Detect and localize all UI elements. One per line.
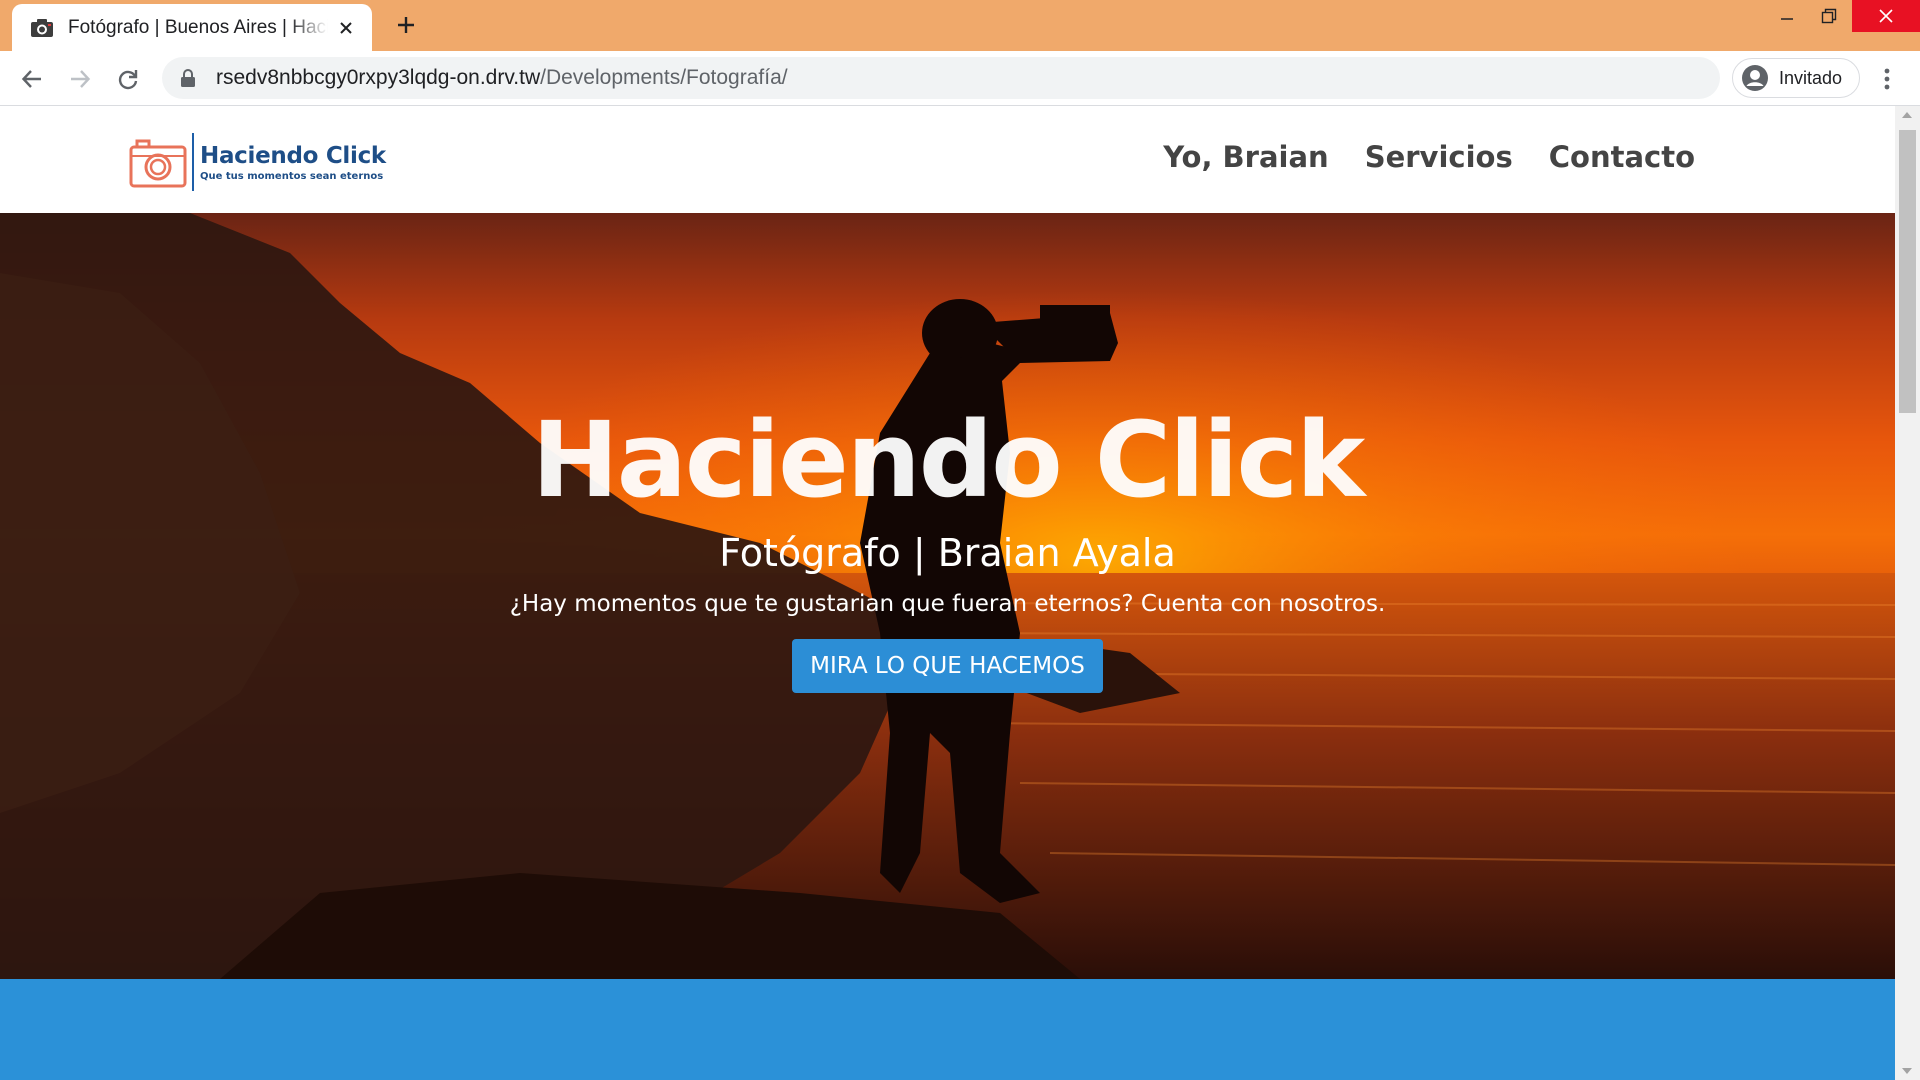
logo-title: Haciendo Click xyxy=(200,142,386,169)
browser-tab[interactable]: Fotógrafo | Buenos Aires | Haciendo Clic… xyxy=(12,4,372,51)
profile-button[interactable]: Invitado xyxy=(1732,58,1860,98)
close-window-button[interactable] xyxy=(1852,0,1920,32)
plus-icon xyxy=(398,17,414,33)
lock-icon xyxy=(181,69,195,87)
restore-icon xyxy=(1821,8,1837,24)
nav-link-servicios[interactable]: Servicios xyxy=(1365,140,1513,174)
site-logo[interactable]: Haciendo Click Que tus momentos sean ete… xyxy=(128,133,386,191)
logo-tagline: Que tus momentos sean eternos xyxy=(200,170,384,182)
hero-content: Haciendo Click Fotógrafo | Braian Ayala … xyxy=(0,399,1895,694)
back-button[interactable] xyxy=(16,63,48,95)
restore-button[interactable] xyxy=(1800,0,1858,32)
close-icon[interactable] xyxy=(334,16,358,40)
browser-toolbar: rsedv8nbbcgy0rxpy3lqdg-on.drv.tw/Develop… xyxy=(0,51,1920,106)
page-scrollbar[interactable] xyxy=(1895,106,1920,1080)
reload-button[interactable] xyxy=(112,63,144,95)
hero-subtitle: Fotógrafo | Braian Ayala xyxy=(719,531,1176,576)
address-bar[interactable]: rsedv8nbbcgy0rxpy3lqdg-on.drv.tw/Develop… xyxy=(162,57,1720,99)
browser-tab-strip: Fotógrafo | Buenos Aires | Haciendo Clic… xyxy=(0,0,1920,51)
main-nav: Yo, Braian Servicios Contacto xyxy=(1163,140,1695,174)
scroll-up-arrow-icon[interactable] xyxy=(1901,110,1913,120)
scrollbar-thumb[interactable] xyxy=(1899,130,1916,413)
forward-button[interactable] xyxy=(64,63,96,95)
avatar-icon xyxy=(1742,65,1768,91)
browser-menu-button[interactable] xyxy=(1874,63,1900,95)
close-window-icon xyxy=(1879,9,1893,23)
scroll-down-arrow-icon[interactable] xyxy=(1901,1066,1913,1076)
cta-button[interactable]: MIRA LO QUE HACEMOS xyxy=(792,639,1103,694)
minimize-icon xyxy=(1781,18,1793,20)
new-tab-button[interactable] xyxy=(392,11,420,39)
logo-text: Haciendo Click Que tus momentos sean ete… xyxy=(200,143,386,182)
camera-icon xyxy=(129,139,187,188)
hero-text: ¿Hay momentos que te gustarian que fuera… xyxy=(509,591,1386,618)
url-host: rsedv8nbbcgy0rxpy3lqdg-on.drv.tw xyxy=(216,66,541,89)
reload-icon xyxy=(118,70,138,90)
profile-label: Invitado xyxy=(1779,67,1843,88)
forward-arrow-icon xyxy=(71,70,91,88)
nav-link-yo-braian[interactable]: Yo, Braian xyxy=(1163,140,1329,174)
page-viewport: Haciendo Click Que tus momentos sean ete… xyxy=(0,106,1895,1080)
back-arrow-icon xyxy=(21,70,41,88)
url-path: /Developments/Fotografía/ xyxy=(540,66,788,89)
next-section-band xyxy=(0,979,1895,1080)
camera-favicon-icon xyxy=(31,18,53,37)
hero-section: Haciendo Click Fotógrafo | Braian Ayala … xyxy=(0,213,1895,979)
logo-divider xyxy=(192,133,194,191)
site-header: Haciendo Click Que tus momentos sean ete… xyxy=(0,106,1895,213)
tab-title: Fotógrafo | Buenos Aires | Haciendo Clic… xyxy=(68,16,328,38)
kebab-menu-icon xyxy=(1884,68,1890,90)
hero-title: Haciendo Click xyxy=(531,399,1366,521)
nav-link-contacto[interactable]: Contacto xyxy=(1549,140,1695,174)
